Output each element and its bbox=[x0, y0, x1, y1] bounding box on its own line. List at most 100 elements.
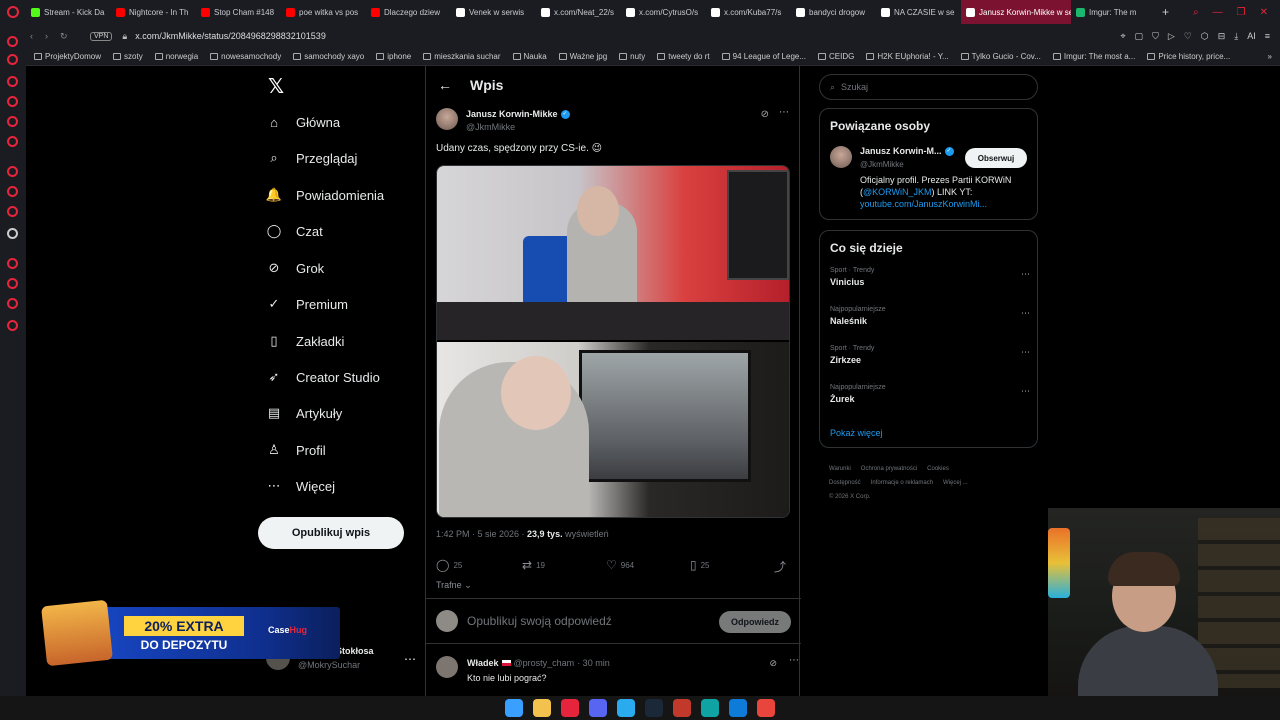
related-handle[interactable]: @JkmMikke bbox=[860, 160, 904, 169]
reload-icon[interactable]: ↻ bbox=[60, 31, 68, 42]
trend-item[interactable]: Najpopularniejsze Naleśnik ⋯ bbox=[830, 306, 1030, 326]
footer-link[interactable]: Więcej ... bbox=[943, 480, 968, 486]
history-icon[interactable] bbox=[7, 54, 18, 65]
aria-icon[interactable] bbox=[7, 76, 18, 87]
footer-link[interactable]: Warunki bbox=[829, 466, 851, 472]
grok-icon[interactable]: ⊘ bbox=[761, 109, 769, 120]
browser-tab[interactable]: Stream - Kick Da bbox=[26, 0, 111, 24]
bookmark-item[interactable]: tweety do rt bbox=[657, 52, 710, 61]
bookmark-item[interactable]: szoty bbox=[113, 52, 143, 61]
edge-icon[interactable] bbox=[729, 699, 747, 717]
back-forward-icon[interactable] bbox=[7, 36, 18, 47]
chrome-icon[interactable] bbox=[757, 699, 775, 717]
bio-mention-link[interactable]: @KORWiN_JKM bbox=[863, 187, 931, 197]
trend-item[interactable]: Sport · Trendy Zirkzee ⋯ bbox=[830, 345, 1030, 365]
forward-icon[interactable]: › bbox=[45, 31, 48, 42]
opera-icon[interactable] bbox=[561, 699, 579, 717]
commenter-avatar[interactable] bbox=[436, 656, 458, 678]
nav-item-profile[interactable]: ♙ Profil bbox=[266, 442, 325, 458]
more-icon[interactable]: ⋯ bbox=[789, 655, 799, 666]
bookmark-item[interactable]: norwegia bbox=[154, 52, 198, 61]
discord-icon[interactable] bbox=[589, 699, 607, 717]
wallet-icon[interactable]: ⊟ bbox=[1218, 31, 1226, 42]
browser-tab[interactable]: Janusz Korwin-Mikke w se bbox=[961, 0, 1071, 24]
messenger-icon[interactable] bbox=[7, 96, 18, 107]
bookmark-item[interactable]: nowesamochody bbox=[210, 52, 281, 61]
shield-icon[interactable]: ⛉ bbox=[1152, 31, 1159, 42]
comment-item[interactable]: Władek @prosty_cham · 30 min Kto nie lub… bbox=[426, 646, 801, 696]
bookmark-item[interactable]: Imgur: The most a... bbox=[1052, 52, 1135, 61]
sort-dropdown[interactable]: Trafne ⌄ bbox=[436, 580, 472, 591]
bookmark-action[interactable]: ▯ 25 bbox=[690, 558, 710, 572]
search-tabs-icon[interactable]: ⌕ bbox=[1193, 7, 1199, 18]
bio-youtube-link[interactable]: youtube.com/JanuszKorwinMi... bbox=[860, 199, 987, 209]
nav-item-search[interactable]: ⌕ Przeglądaj bbox=[266, 150, 357, 166]
author-avatar[interactable] bbox=[436, 108, 458, 130]
trend-item[interactable]: Sport · Trendy Vinicius ⋯ bbox=[830, 267, 1030, 287]
author-name[interactable]: Janusz Korwin-Mikke ✓ bbox=[466, 109, 570, 119]
nav-item-grok[interactable]: ⊘ Grok bbox=[266, 260, 325, 276]
back-arrow-icon[interactable]: ← bbox=[438, 77, 452, 93]
nav-item-bookmark[interactable]: ▯ Zakładki bbox=[266, 333, 344, 349]
app-icon[interactable] bbox=[701, 699, 719, 717]
trend-item[interactable]: Najpopularniejsze Żurek ⋯ bbox=[830, 384, 1030, 404]
nav-item-more[interactable]: ⋯ Więcej bbox=[266, 478, 336, 494]
more-icon[interactable]: ⋯ bbox=[404, 652, 416, 666]
follow-button[interactable]: Obserwuj bbox=[965, 148, 1027, 168]
browser-tab[interactable]: x.com/Neat_22/s bbox=[536, 0, 621, 24]
instagram-icon[interactable] bbox=[7, 136, 18, 147]
nav-item-articles[interactable]: ▤ Artykuły bbox=[266, 405, 342, 421]
close-window-button[interactable]: ✕ bbox=[1260, 7, 1268, 18]
browser-tab[interactable]: Dlaczego dziew bbox=[366, 0, 451, 24]
settings-icon[interactable] bbox=[7, 166, 18, 177]
bookmark-item[interactable]: 94 League of Lege... bbox=[721, 52, 806, 61]
show-more-link[interactable]: Pokaż więcej bbox=[830, 428, 883, 438]
whatsapp-icon[interactable] bbox=[7, 116, 18, 127]
bookmark-item[interactable]: CEIDG bbox=[818, 52, 854, 61]
browser-tab[interactable]: Imgur: The m bbox=[1071, 0, 1156, 24]
footer-link[interactable]: © 2026 X Corp. bbox=[829, 494, 870, 500]
browser-tab[interactable]: poe witka vs pos bbox=[281, 0, 366, 24]
bookmark-item[interactable]: Nauka bbox=[512, 52, 547, 61]
bookmarks-overflow-icon[interactable]: » bbox=[1268, 52, 1280, 61]
sidebar-settings-icon[interactable] bbox=[7, 320, 18, 331]
twitch-icon[interactable] bbox=[7, 186, 18, 197]
nav-item-bell[interactable]: 🔔 Powiadomienia bbox=[266, 187, 384, 203]
more-icon[interactable]: ⋯ bbox=[1021, 269, 1030, 280]
new-tab-button[interactable]: + bbox=[1156, 5, 1175, 19]
pin-icon[interactable]: ⌖ bbox=[1120, 31, 1125, 42]
post-button[interactable]: Opublikuj wpis bbox=[258, 517, 404, 549]
bookmark-item[interactable]: H2K EUphoria! - Y... bbox=[866, 52, 949, 61]
lock-icon[interactable]: 🔒︎ bbox=[122, 31, 127, 42]
footer-link[interactable]: Ochrona prywatności bbox=[861, 466, 917, 472]
author-handle[interactable]: @JkmMikke bbox=[466, 122, 515, 132]
nav-item-premium[interactable]: ✓ Premium bbox=[266, 296, 348, 312]
heart-icon[interactable]: ♡ bbox=[1184, 31, 1192, 42]
opera-logo-icon[interactable] bbox=[0, 0, 26, 24]
download-icon[interactable]: ⤓ bbox=[1234, 31, 1238, 42]
related-avatar[interactable] bbox=[830, 146, 852, 168]
more-icon[interactable]: ⋯ bbox=[1021, 386, 1030, 397]
commenter-handle[interactable]: @prosty_cham bbox=[514, 658, 575, 668]
maximize-button[interactable]: ❐ bbox=[1237, 7, 1246, 18]
reply-input[interactable]: Opublikuj swoją odpowiedź bbox=[467, 614, 612, 628]
bookmark-item[interactable]: ProjektyDomow bbox=[34, 52, 101, 61]
like-action[interactable]: ♡ 964 bbox=[606, 558, 634, 572]
folder-icon[interactable] bbox=[533, 699, 551, 717]
clock-icon[interactable] bbox=[7, 258, 18, 269]
back-icon[interactable]: ‹ bbox=[30, 31, 33, 42]
snapshot-icon[interactable]: ▢ bbox=[1135, 31, 1144, 42]
windows-icon[interactable] bbox=[505, 699, 523, 717]
related-name[interactable]: Janusz Korwin-M... ✓ bbox=[860, 146, 954, 156]
bookmark-item[interactable]: nuty bbox=[619, 52, 645, 61]
vpn-badge[interactable]: VPN bbox=[90, 31, 113, 41]
footer-link[interactable]: Dostępność bbox=[829, 480, 861, 486]
steam-icon[interactable] bbox=[645, 699, 663, 717]
reply-button[interactable]: Odpowiedz bbox=[719, 611, 791, 633]
telegram-icon[interactable] bbox=[617, 699, 635, 717]
bookmark-item[interactable]: iphone bbox=[376, 52, 411, 61]
post-time[interactable]: 1:42 PM · 5 sie 2026 · bbox=[436, 529, 527, 539]
browser-tab[interactable]: Stop Cham #148 bbox=[196, 0, 281, 24]
nav-item-rocket[interactable]: ➶ Creator Studio bbox=[266, 369, 380, 385]
grok-icon[interactable]: ⊘ bbox=[769, 658, 777, 669]
